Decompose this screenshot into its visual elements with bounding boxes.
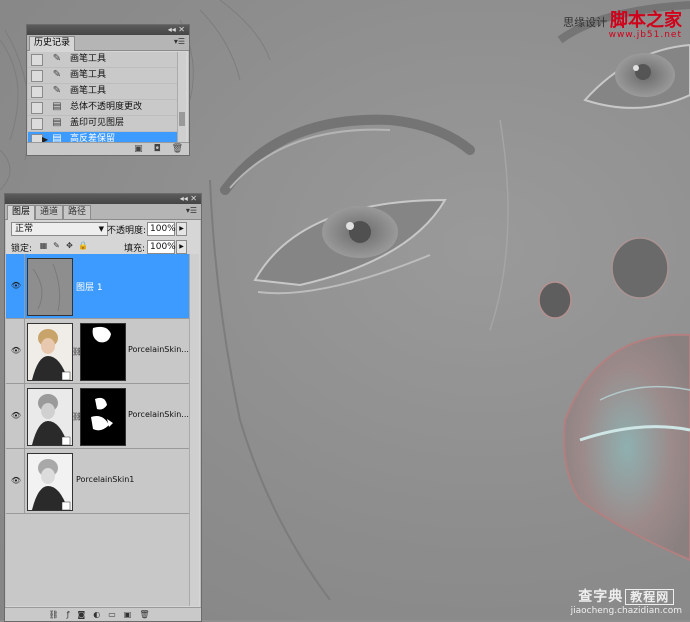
lock-all-icon[interactable]: 🔒 — [78, 241, 88, 250]
watermark-bottom: 查字典 教程网 jiaocheng.chazidian.com — [571, 586, 682, 616]
lock-transparency-icon[interactable]: ▦ — [39, 241, 48, 250]
snapshot-source-checkbox[interactable] — [31, 102, 43, 114]
tab-paths[interactable]: 路径 — [63, 205, 92, 219]
group-icon[interactable]: ▭ — [108, 610, 124, 619]
current-state-icon: ▶ — [42, 135, 49, 142]
tab-channels[interactable]: 通道 — [35, 205, 64, 219]
layer-thumbnail — [27, 323, 73, 381]
layer-row[interactable]: 👁 ⛓ PorcelainSkin... — [6, 319, 190, 384]
watermark-bottom-url: jiaocheng.chazidian.com — [570, 606, 682, 616]
history-item-label: 画笔工具 — [70, 54, 107, 64]
lock-label: 锁定: — [11, 244, 33, 254]
link-icon[interactable]: ⛓ — [48, 610, 66, 619]
history-tabbar: 历史记录 ▾☰ — [27, 35, 189, 51]
history-panel-topbar[interactable]: ◂◂ ✕ — [27, 25, 189, 35]
trash-icon[interactable]: 🗑 — [172, 144, 183, 154]
opacity-label: 不透明度: — [107, 226, 147, 236]
brush-icon: ✎ — [52, 69, 62, 80]
layer-row[interactable]: 👁 PorcelainSkin1 — [6, 449, 190, 514]
history-item[interactable]: ✎ 画笔工具 — [28, 52, 178, 68]
visibility-eye-icon[interactable]: 👁 — [8, 319, 25, 383]
layers-scrollbar[interactable] — [189, 254, 199, 606]
layer-thumbnail — [27, 258, 73, 316]
watermark-prefix: 思缘设计 — [563, 16, 608, 29]
history-footer: ▣ ◘ 🗑 — [27, 142, 189, 155]
watermark-brand: 脚本之家 — [610, 10, 682, 31]
snapshot-icon[interactable]: ◘ — [154, 144, 161, 154]
watermark-bottom-name: 查字典 — [578, 589, 624, 605]
watermark-top: 思缘设计 脚本之家 www.jb51.net — [563, 6, 682, 40]
lock-pixels-icon[interactable]: ✎ — [52, 241, 61, 250]
opacity-slider-button[interactable]: ▶ — [176, 222, 187, 236]
history-item-selected[interactable]: ▶ ▤ 高反差保留 — [28, 132, 178, 142]
history-step-icon: ▤ — [52, 101, 62, 112]
visibility-eye-icon[interactable]: 👁 — [8, 449, 25, 513]
layer-name[interactable]: PorcelainSkin1 — [76, 475, 134, 484]
layers-footer: ⛓ƒ◙◐▭▣🗑 — [5, 607, 201, 621]
fill-field[interactable]: 100% — [147, 240, 176, 254]
fx-icon[interactable]: ƒ — [67, 610, 78, 619]
new-document-icon[interactable]: ▣ — [134, 144, 143, 154]
history-item-label: 画笔工具 — [70, 70, 107, 80]
panel-menu-icon[interactable]: ▾☰ — [174, 37, 185, 46]
blend-mode-value: 正常 — [15, 224, 34, 234]
snapshot-source-checkbox[interactable] — [31, 86, 43, 98]
visibility-eye-icon[interactable]: 👁 — [8, 254, 25, 318]
collapse-close-icon[interactable]: ◂◂ ✕ — [180, 194, 197, 203]
adjustment-icon[interactable]: ◐ — [93, 610, 108, 619]
panel-menu-icon[interactable]: ▾☰ — [186, 206, 197, 215]
tab-history[interactable]: 历史记录 — [29, 36, 76, 51]
history-scrollbar[interactable] — [177, 52, 186, 142]
layer-row[interactable]: 👁 图层 1 — [6, 254, 190, 319]
history-list: ✎ 画笔工具 ✎ 画笔工具 ✎ 画笔工具 ▤ 总体不透明度更改 ▤ 盖印可见图层… — [28, 52, 178, 142]
opacity-field[interactable]: 100% — [147, 222, 176, 236]
fill-label: 填充: — [124, 244, 146, 254]
mask-icon[interactable]: ◙ — [77, 610, 93, 619]
chevron-down-icon: ▼ — [98, 225, 104, 233]
layer-mask-thumbnail[interactable] — [80, 323, 126, 381]
history-item[interactable]: ▤ 盖印可见图层 — [28, 116, 178, 132]
snapshot-source-checkbox[interactable] — [31, 54, 43, 66]
layer-thumbnail — [27, 453, 73, 511]
lock-position-icon[interactable]: ✥ — [65, 241, 74, 250]
layers-panel-topbar[interactable]: ◂◂ ✕ — [5, 194, 201, 204]
history-panel: ◂◂ ✕ 历史记录 ▾☰ ✎ 画笔工具 ✎ 画笔工具 ✎ 画笔工具 ▤ 总体不透… — [26, 24, 190, 156]
blend-mode-select[interactable]: 正常 ▼ — [11, 222, 108, 236]
new-layer-icon[interactable]: ▣ — [124, 610, 140, 619]
trash-icon[interactable]: 🗑 — [139, 610, 157, 619]
watermark-bottom-box: 教程网 — [625, 589, 675, 605]
tab-layers[interactable]: 图层 — [7, 205, 36, 220]
fill-slider-button[interactable]: ▶ — [176, 240, 187, 254]
snapshot-source-checkbox[interactable] — [31, 118, 43, 130]
layer-name[interactable]: PorcelainSkin... — [128, 410, 189, 419]
history-item[interactable]: ▤ 总体不透明度更改 — [28, 100, 178, 116]
watermark-url: www.jb51.net — [608, 30, 682, 40]
history-item-label: 高反差保留 — [70, 134, 116, 142]
layer-mask-thumbnail[interactable] — [80, 388, 126, 446]
snapshot-source-checkbox[interactable] — [31, 70, 43, 82]
blend-opacity-row: 正常 ▼ 不透明度: 100% ▶ — [7, 222, 199, 238]
history-item[interactable]: ✎ 画笔工具 — [28, 68, 178, 84]
history-step-icon: ▤ — [52, 133, 62, 142]
history-item[interactable]: ✎ 画笔工具 — [28, 84, 178, 100]
brush-icon: ✎ — [52, 53, 62, 64]
collapse-close-icon[interactable]: ◂◂ ✕ — [168, 25, 185, 34]
layers-list: 👁 图层 1 👁 ⛓ PorcelainSkin... 👁 ⛓ Porcelai… — [6, 254, 190, 606]
layers-panel: ◂◂ ✕ 图层 通道 路径 ▾☰ 正常 ▼ 不透明度: 100% ▶ 锁定: ▦… — [4, 193, 202, 622]
scrollbar-thumb[interactable] — [179, 112, 185, 126]
layer-row[interactable]: 👁 ⛓ PorcelainSkin... — [6, 384, 190, 449]
history-item-label: 总体不透明度更改 — [70, 102, 143, 112]
history-step-icon: ▤ — [52, 117, 62, 128]
layer-name[interactable]: PorcelainSkin... — [128, 345, 189, 354]
layer-thumbnail — [27, 388, 73, 446]
watermark-bottom-title: 查字典 教程网 — [571, 586, 682, 606]
layers-tabbar: 图层 通道 路径 ▾☰ — [5, 204, 201, 220]
visibility-eye-icon[interactable]: 👁 — [8, 384, 25, 448]
layer-name[interactable]: 图层 1 — [76, 280, 103, 293]
history-item-label: 盖印可见图层 — [70, 118, 125, 128]
history-item-label: 画笔工具 — [70, 86, 107, 96]
brush-icon: ✎ — [52, 85, 62, 96]
